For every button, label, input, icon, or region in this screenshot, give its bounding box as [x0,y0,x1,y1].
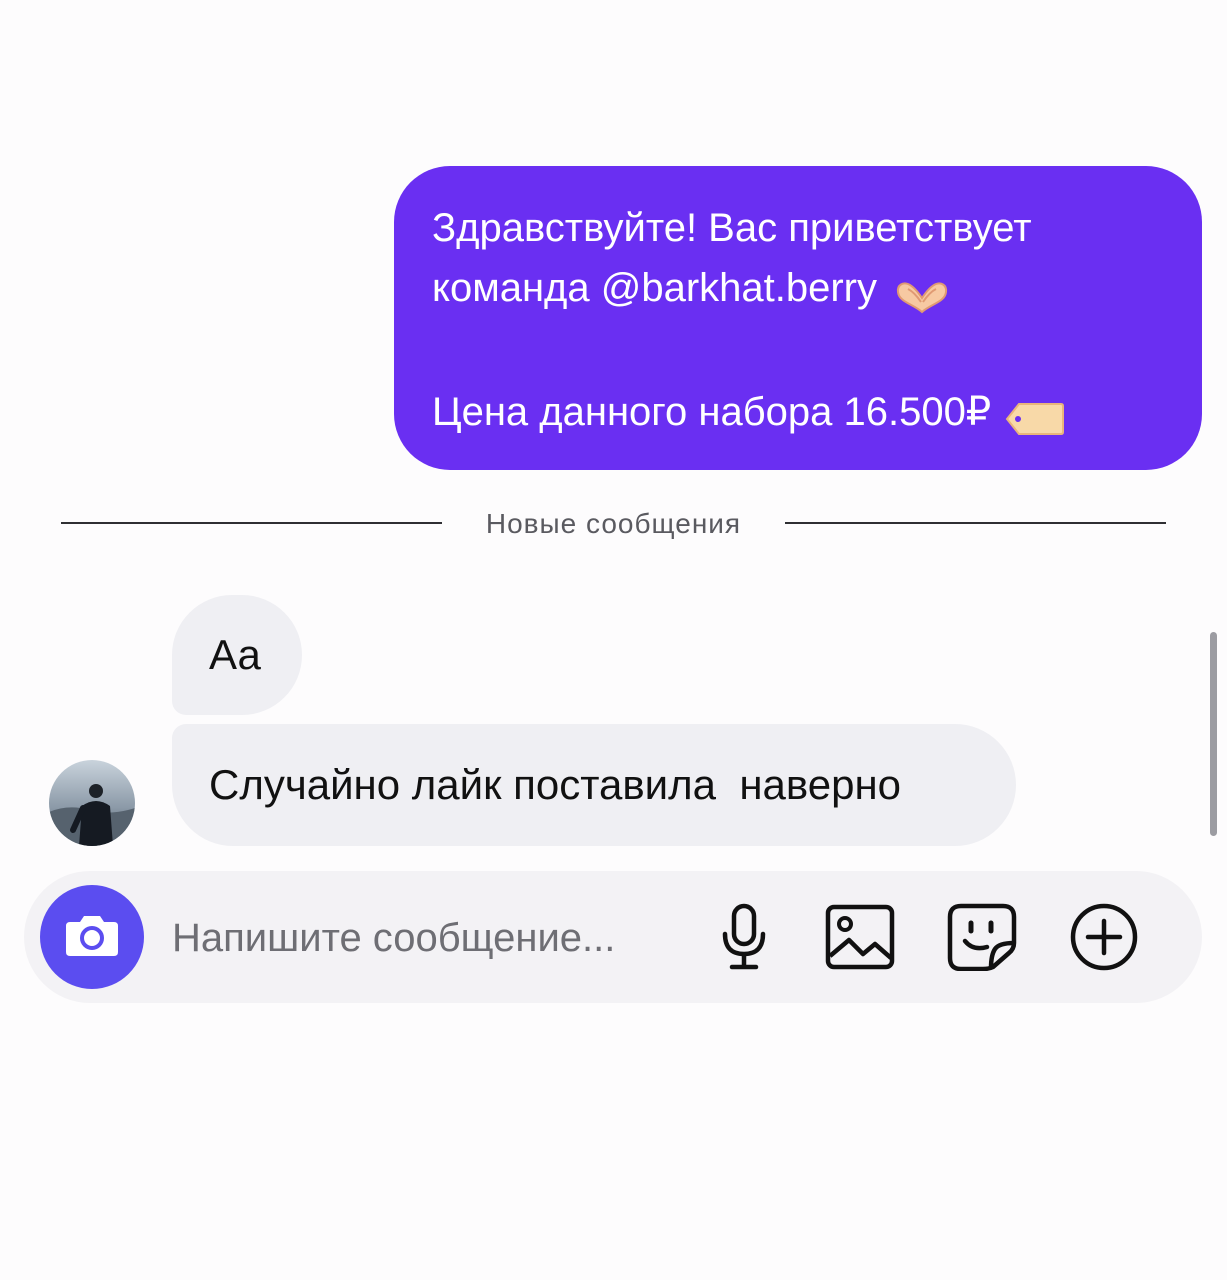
gallery-button[interactable] [823,902,897,976]
outgoing-message-line: Здравствуйте! Вас приветствует [432,198,1172,258]
divider-line-left [61,522,442,524]
outgoing-message-line: команда @barkhat.berry [432,258,1172,318]
outgoing-message-line: Цена данного набора 16.500₽ [432,382,1172,442]
camera-icon [62,912,122,963]
camera-button[interactable] [40,885,144,989]
gallery-icon [825,904,895,975]
microphone-icon [714,902,774,977]
price-tag-icon [1005,394,1065,435]
divider-line-right [785,522,1166,524]
message-input[interactable] [172,910,692,966]
new-messages-divider-label: Новые сообщения [485,508,742,539]
sticker-icon [947,903,1017,976]
microphone-button[interactable] [707,902,781,976]
outgoing-message-bubble[interactable]: Здравствуйте! Вас приветствует команда @… [394,166,1202,470]
plus-circle-icon [1069,902,1139,977]
sticker-button[interactable] [945,902,1019,976]
incoming-message-bubble[interactable]: Аа [172,595,302,715]
scrollbar[interactable] [1210,632,1217,836]
outgoing-text-line-1: Здравствуйте! Вас приветствует [432,206,1032,250]
incoming-message-text: Случайно лайк поставила наверно [209,761,901,808]
contact-avatar[interactable] [49,760,135,846]
add-button[interactable] [1067,902,1141,976]
incoming-message-text: Аа [209,631,261,678]
outgoing-text-line-2: команда @barkhat.berry [432,266,877,310]
incoming-message-bubble[interactable]: Случайно лайк поставила наверно [172,724,1016,846]
heart-hands-icon [893,271,951,314]
outgoing-text-line-3: Цена данного набора 16.500₽ [432,390,992,434]
